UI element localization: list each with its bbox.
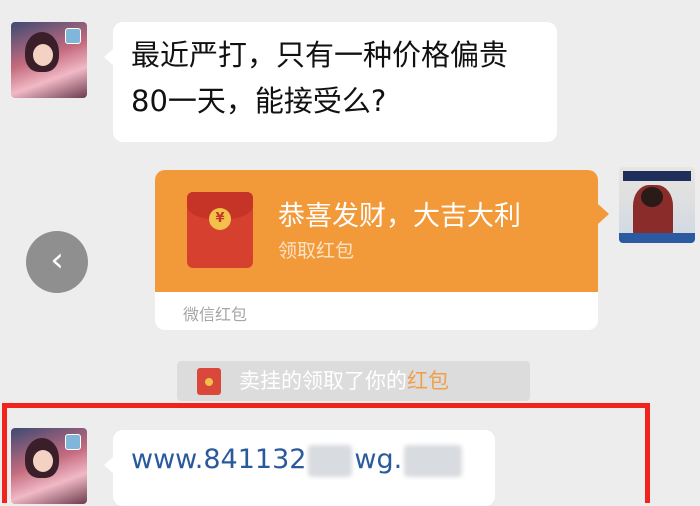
avatar-badge xyxy=(65,28,81,44)
avatar-badge xyxy=(65,434,81,450)
red-packet-card[interactable]: ¥ 恭喜发财，大吉大利 领取红包 微信红包 xyxy=(155,170,598,330)
system-notice-text: 卖挂的领取了你的 xyxy=(239,369,407,393)
red-packet-subtitle: 领取红包 xyxy=(278,240,355,262)
red-packet-footer: 微信红包 xyxy=(183,305,248,324)
sender-avatar-2[interactable] xyxy=(11,428,87,504)
red-packet-tail xyxy=(598,204,609,224)
coin-icon: ¥ xyxy=(209,208,231,230)
red-packet-small-icon xyxy=(197,368,221,395)
message-bubble-price[interactable]: 最近严打，只有一种价格偏贵 80一天，能接受么? xyxy=(104,22,557,142)
message-line-1: 最近严打，只有一种价格偏贵 xyxy=(131,38,509,72)
chevron-left-icon: ‹ xyxy=(50,240,64,280)
back-button[interactable]: ‹ xyxy=(26,231,88,293)
blurred-text xyxy=(308,444,353,477)
sender-avatar[interactable] xyxy=(11,22,87,98)
red-packet-header: ¥ 恭喜发财，大吉大利 领取红包 xyxy=(155,170,598,292)
avatar-face xyxy=(33,44,53,66)
self-avatar[interactable] xyxy=(619,167,695,243)
red-packet-icon: ¥ xyxy=(187,192,253,268)
avatar-stripe xyxy=(619,233,695,243)
system-notice: 卖挂的领取了你的红包 xyxy=(177,361,530,401)
message-bubble-link[interactable]: www.841132 wg. xyxy=(104,430,495,506)
message-line-2: 80一天，能接受么? xyxy=(131,84,387,118)
avatar-banner xyxy=(623,171,691,181)
avatar-figure-head xyxy=(641,187,663,207)
blurred-text xyxy=(404,444,463,477)
system-notice-link[interactable]: 红包 xyxy=(407,369,449,393)
link-text-part2[interactable]: wg. xyxy=(354,444,402,475)
link-text-part1[interactable]: www.841132 xyxy=(131,444,306,475)
red-packet-title: 恭喜发财，大吉大利 xyxy=(278,201,521,232)
avatar-face xyxy=(33,450,53,472)
